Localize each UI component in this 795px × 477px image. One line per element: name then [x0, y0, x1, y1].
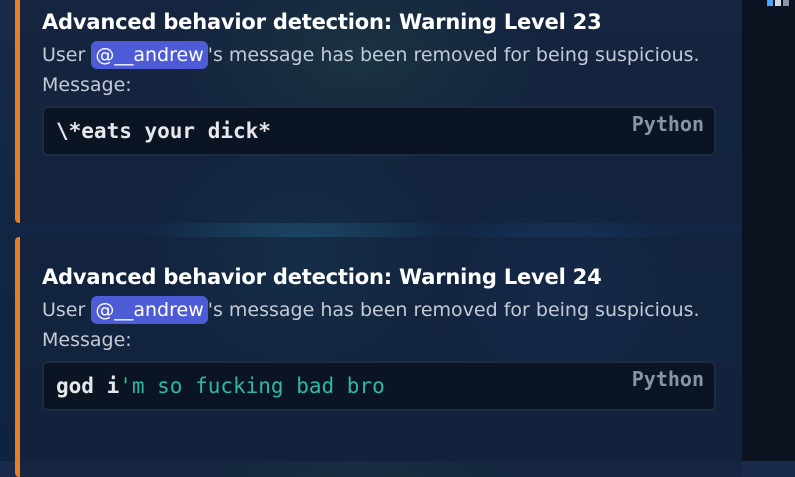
- warning-embed: Advanced behavior detection: Warning Lev…: [15, 0, 742, 223]
- window-icon-light: [775, 0, 781, 6]
- embed-title: Advanced behavior detection: Warning Lev…: [42, 265, 602, 289]
- code-block[interactable]: god i'm so fucking bad bro Python: [42, 361, 716, 411]
- right-side-panel: [742, 0, 795, 461]
- embed-title: Advanced behavior detection: Warning Lev…: [42, 10, 602, 34]
- code-text: god i: [56, 374, 120, 398]
- embed-description: User @__andrew's message has been remove…: [42, 40, 716, 100]
- user-mention[interactable]: @__andrew: [91, 296, 208, 324]
- user-mention[interactable]: @__andrew: [91, 41, 208, 69]
- code-language-label: Python: [631, 112, 704, 136]
- window-icon-gray: [783, 0, 789, 6]
- code-text: \*eats your dick*: [56, 119, 271, 143]
- desc-message-label: Message:: [42, 74, 132, 96]
- desc-prefix: User: [42, 44, 92, 66]
- desc-prefix: User: [42, 299, 92, 321]
- window-icon-blue: [767, 0, 773, 6]
- desc-suffix: 's message has been removed for being su…: [207, 299, 700, 321]
- window-controls: [767, 0, 789, 6]
- code-block[interactable]: \*eats your dick* Python: [42, 106, 716, 156]
- code-language-label: Python: [631, 367, 704, 391]
- code-string: 'm so fucking bad bro: [119, 374, 385, 398]
- embed-accent-bar: [15, 0, 20, 223]
- embed-accent-bar: [15, 237, 20, 477]
- warning-embed: Advanced behavior detection: Warning Lev…: [15, 237, 742, 477]
- embed-description: User @__andrew's message has been remove…: [42, 295, 716, 355]
- desc-suffix: 's message has been removed for being su…: [207, 44, 700, 66]
- desc-message-label: Message:: [42, 329, 132, 351]
